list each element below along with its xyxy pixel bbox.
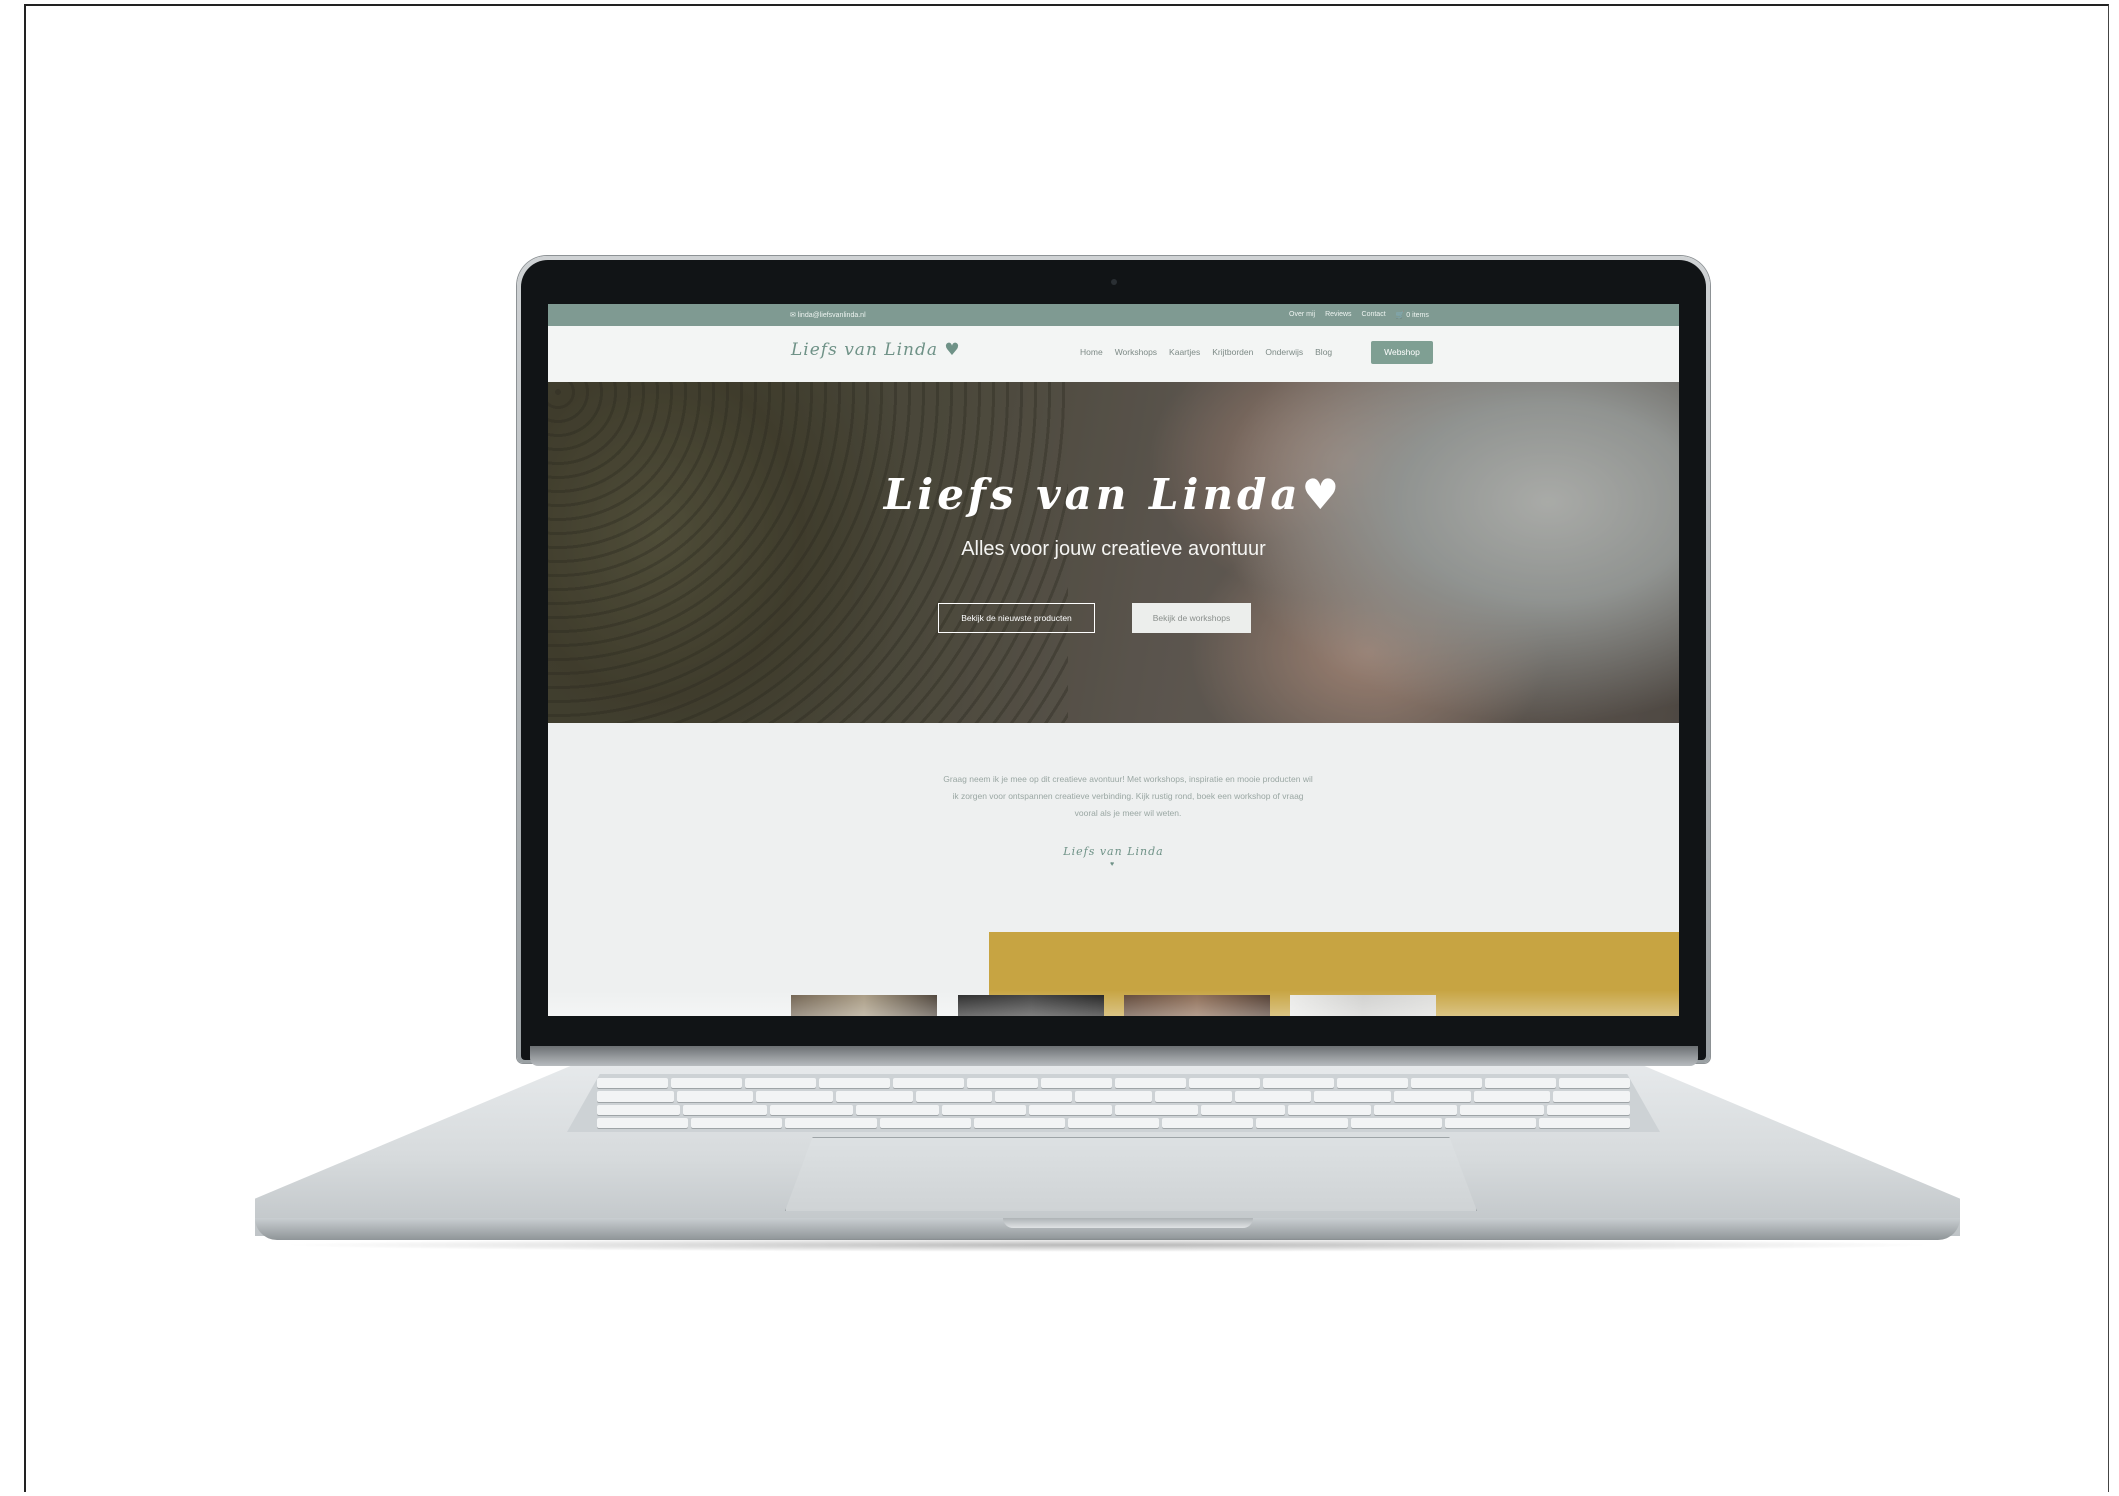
browser-viewport: ✉ linda@liefsvanlinda.nl Over mij Review… (548, 304, 1679, 1016)
top-link-contact[interactable]: Contact (1362, 311, 1386, 319)
key (1350, 1117, 1442, 1128)
intro-line: ik zorgen voor ontspannen creatieve verb… (952, 791, 1304, 801)
key (1041, 1078, 1112, 1089)
key (1538, 1117, 1631, 1128)
key (676, 1091, 754, 1102)
webshop-button[interactable]: Webshop (1371, 341, 1433, 364)
key (1546, 1104, 1630, 1115)
key (973, 1117, 1065, 1128)
webcam-icon (1111, 279, 1117, 285)
key (597, 1091, 674, 1102)
key (893, 1078, 964, 1089)
key (1460, 1104, 1544, 1115)
key-row (597, 1091, 1630, 1102)
key (836, 1091, 913, 1102)
product-thumbnail[interactable] (791, 995, 937, 1016)
key (1393, 1091, 1471, 1102)
key (1162, 1117, 1254, 1128)
key (1189, 1078, 1260, 1089)
key (1234, 1091, 1312, 1102)
nav-item-onderwijs[interactable]: Onderwijs (1265, 347, 1303, 357)
key (1115, 1078, 1186, 1089)
nav-item-home[interactable]: Home (1080, 347, 1103, 357)
product-thumbnail[interactable] (958, 995, 1104, 1016)
key (1263, 1078, 1334, 1089)
key-row (597, 1104, 1630, 1115)
hero-subtitle: Alles voor jouw creatieve avontuur (961, 538, 1266, 560)
key (1114, 1104, 1199, 1115)
key (1337, 1078, 1408, 1089)
key (785, 1117, 877, 1128)
key (1411, 1078, 1482, 1089)
keyboard (567, 1074, 1660, 1132)
top-link-over-mij[interactable]: Over mij (1289, 311, 1315, 319)
key (671, 1078, 742, 1089)
key (597, 1117, 689, 1128)
key (1444, 1117, 1536, 1128)
key (769, 1104, 853, 1115)
main-nav: Home Workshops Kaartjes Krijtborden Onde… (1080, 347, 1332, 357)
key (879, 1117, 971, 1128)
key (1256, 1117, 1348, 1128)
key (745, 1078, 816, 1089)
key (597, 1104, 681, 1115)
nav-item-kaartjes[interactable]: Kaartjes (1169, 347, 1200, 357)
key (1154, 1091, 1232, 1102)
intro-text: Graag neem ik je mee op dit creatieve av… (848, 771, 1408, 822)
hero-banner: Liefs van Linda♥ Alles voor jouw creatie… (548, 382, 1679, 723)
key (1287, 1104, 1371, 1115)
product-thumbnail[interactable] (1290, 995, 1436, 1016)
laptop-hinge (530, 1046, 1698, 1066)
key (1028, 1104, 1112, 1115)
key (1067, 1117, 1160, 1128)
top-info-bar: ✉ linda@liefsvanlinda.nl Over mij Review… (548, 304, 1679, 326)
cart-link[interactable]: 🛒 0 items (1396, 311, 1429, 319)
key-row (597, 1117, 1631, 1128)
key (1314, 1091, 1391, 1102)
key (1559, 1078, 1630, 1089)
hero-title: Liefs van Linda♥ (883, 470, 1344, 519)
key (1373, 1104, 1458, 1115)
nav-item-krijtborden[interactable]: Krijtborden (1212, 347, 1253, 357)
key (597, 1078, 668, 1089)
email-link[interactable]: ✉ linda@liefsvanlinda.nl (790, 311, 866, 319)
key (967, 1078, 1038, 1089)
key (942, 1104, 1026, 1115)
laptop-shadow (275, 1238, 1940, 1252)
newest-products-button[interactable]: Bekijk de nieuwste producten (938, 603, 1095, 633)
key (915, 1091, 993, 1102)
key (1473, 1091, 1551, 1102)
site-logo[interactable]: Liefs van Linda ♥ (791, 340, 961, 360)
lid-open-notch (1003, 1218, 1253, 1228)
nav-item-blog[interactable]: Blog (1315, 347, 1332, 357)
main-navbar: Liefs van Linda ♥ Home Workshops Kaartje… (548, 326, 1679, 383)
key-row (597, 1078, 1630, 1089)
heart-icon: ♥ (1110, 861, 1115, 868)
key (1553, 1091, 1630, 1102)
workshops-button[interactable]: Bekijk de workshops (1132, 603, 1251, 633)
product-thumbnail[interactable] (1124, 995, 1270, 1016)
key (1075, 1091, 1152, 1102)
trackpad (785, 1137, 1477, 1211)
key (1201, 1104, 1285, 1115)
key (995, 1091, 1073, 1102)
key (819, 1078, 890, 1089)
key (1485, 1078, 1556, 1089)
key (855, 1104, 940, 1115)
key (756, 1091, 834, 1102)
signature: Liefs van Linda (1063, 845, 1164, 858)
top-link-reviews[interactable]: Reviews (1325, 311, 1351, 319)
intro-line: vooral als je meer wil weten. (1074, 808, 1182, 818)
nav-item-workshops[interactable]: Workshops (1115, 347, 1157, 357)
top-links: Over mij Reviews Contact 🛒 0 items (1289, 311, 1429, 319)
key (691, 1117, 783, 1128)
intro-line: Graag neem ik je mee op dit creatieve av… (943, 774, 1313, 784)
key (683, 1104, 767, 1115)
